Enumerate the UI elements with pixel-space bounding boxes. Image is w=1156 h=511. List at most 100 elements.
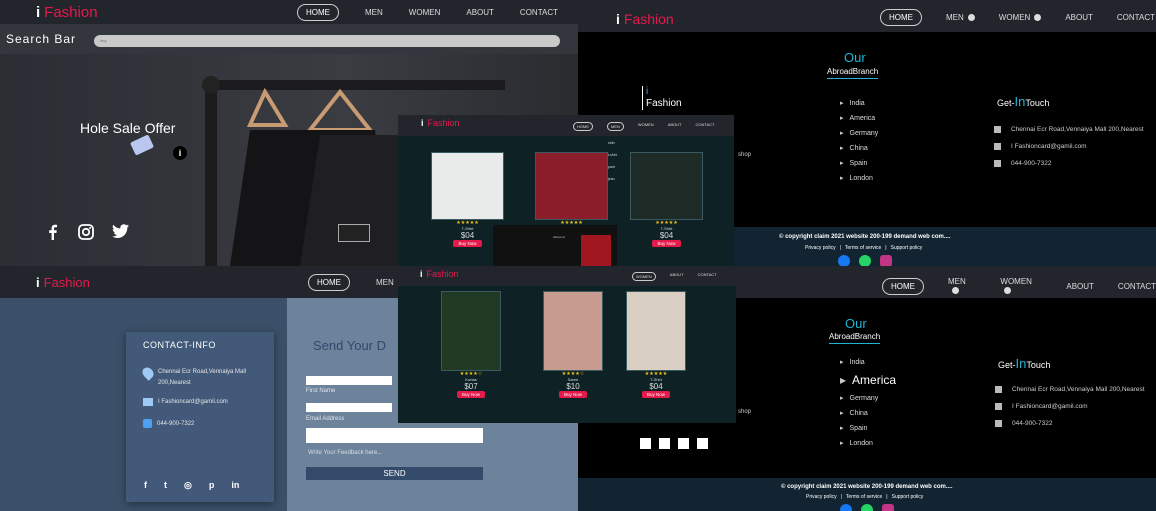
nav-about[interactable]: ABOUT	[466, 8, 494, 17]
nav-women[interactable]: WOMEN	[999, 13, 1042, 22]
facebook-icon[interactable]	[46, 224, 60, 240]
chevron-down-icon	[1004, 287, 1012, 295]
product-image[interactable]	[630, 152, 703, 220]
instagram-icon[interactable]	[659, 438, 670, 449]
nav-men[interactable]: MEN	[946, 13, 975, 22]
nav-home[interactable]: HOME	[308, 274, 350, 291]
hero-social-icons	[46, 224, 129, 240]
twitter-icon[interactable]	[112, 224, 129, 238]
info-badge[interactable]: i	[173, 146, 187, 160]
google-plus-icon[interactable]	[697, 438, 708, 449]
facebook-icon[interactable]	[840, 504, 852, 511]
first-name-input[interactable]	[306, 376, 392, 385]
nav-about[interactable]: ABOUT	[670, 272, 684, 281]
pinterest-icon[interactable]: p	[209, 480, 215, 491]
privacy-link[interactable]: Privacy policy	[805, 245, 836, 251]
instagram-icon[interactable]: ◎	[184, 480, 192, 491]
touch-word: Touch	[1026, 360, 1051, 370]
brand-logo[interactable]: i Fashion	[616, 11, 674, 27]
country-item[interactable]: Spain	[840, 159, 878, 167]
nav-women[interactable]: WOMEN	[632, 272, 656, 281]
country-item[interactable]: London	[840, 439, 896, 447]
country-item[interactable]: India	[840, 358, 896, 366]
product-image[interactable]	[543, 291, 603, 371]
instagram-icon[interactable]	[882, 504, 894, 511]
support-link[interactable]: Support policy	[891, 245, 923, 251]
brand-logo[interactable]: i Fashion	[420, 269, 459, 279]
feedback-placeholder[interactable]: Write Your Feedback here...	[308, 450, 382, 456]
facebook-icon[interactable]	[640, 438, 651, 449]
in-word: In	[1014, 94, 1026, 109]
nav-women[interactable]: WOMEN	[1000, 277, 1042, 295]
product-card[interactable]: ★★★★☆ Saree $10 Buy Now	[543, 291, 603, 398]
buy-now-button[interactable]: Buy Now	[558, 391, 587, 398]
nav-contact[interactable]: CONTACT	[695, 122, 714, 131]
nav-home[interactable]: HOME	[882, 277, 924, 295]
nav-about[interactable]: ABOUT	[668, 122, 682, 131]
buy-now-button[interactable]: Buy Now	[453, 240, 482, 247]
whatsapp-icon[interactable]	[861, 504, 873, 511]
support-link[interactable]: Support policy	[892, 494, 924, 500]
country-item[interactable]: London	[840, 174, 878, 182]
feedback-box[interactable]	[306, 428, 483, 443]
nav-home[interactable]: HOME	[573, 122, 593, 131]
instagram-icon[interactable]	[880, 255, 892, 266]
get-in-touch-heading: Get-InTouch	[997, 94, 1049, 109]
product-card[interactable]: ★★★★★T-Shirt$04Buy Now	[626, 291, 686, 398]
buy-now-button[interactable]: Buy Now	[641, 391, 670, 398]
nav-contact[interactable]: CONTACT	[1117, 13, 1155, 22]
nav-contact[interactable]: CONTACT	[1118, 282, 1156, 291]
instagram-icon[interactable]	[78, 224, 94, 240]
women-navbar: i Fashion WOMEN ABOUT CONTACT	[398, 266, 736, 286]
twitter-icon[interactable]	[678, 438, 689, 449]
separator: |	[839, 245, 841, 251]
nav-links: HOME MEN WOMEN ABOUT CONTACT	[297, 3, 558, 21]
linkedin-icon[interactable]: in	[231, 480, 239, 491]
nav-about[interactable]: ABOUT	[1065, 13, 1093, 22]
buy-now-button[interactable]: Buy Now	[456, 391, 485, 398]
nav-contact[interactable]: CONTACT	[520, 8, 558, 17]
facebook-icon[interactable]	[838, 255, 850, 266]
product-image[interactable]	[441, 291, 501, 371]
country-item[interactable]: China	[840, 409, 896, 417]
product-card[interactable]: ★★★★★T-Shirt$04Buy Now	[630, 152, 703, 247]
product-image[interactable]	[431, 152, 504, 220]
nav-men[interactable]: MEN	[365, 8, 383, 17]
country-item[interactable]: America	[840, 114, 878, 122]
brand-logo[interactable]: i Fashion	[36, 275, 90, 290]
buy-now-button[interactable]: Buy Now	[652, 240, 681, 247]
nav-about[interactable]: ABOUT	[1066, 282, 1094, 291]
privacy-link[interactable]: Privacy policy	[806, 494, 837, 500]
product-image[interactable]	[626, 291, 686, 371]
product-image[interactable]	[535, 152, 608, 220]
whatsapp-icon[interactable]	[859, 255, 871, 266]
brand-logo[interactable]: i Fashion	[36, 4, 98, 21]
search-input[interactable]: img	[94, 35, 560, 47]
logo-name: Fashion	[623, 11, 674, 27]
facebook-icon[interactable]: f	[144, 480, 147, 491]
country-item[interactable]: Spain	[840, 424, 896, 432]
footer-navbar: i Fashion HOME MEN WOMEN ABOUT CONTACT	[578, 0, 1156, 32]
email-input[interactable]	[306, 403, 392, 412]
send-button[interactable]: SEND	[306, 467, 483, 480]
about-preview: About us	[493, 225, 617, 267]
nav-contact[interactable]: CONTACT	[698, 272, 717, 281]
country-item-hovered[interactable]: America	[840, 373, 896, 387]
menu-item[interactable]: shirt	[608, 137, 634, 149]
country-item[interactable]: Germany	[840, 129, 879, 137]
terms-link[interactable]: Terms of service	[846, 494, 882, 500]
nav-home[interactable]: HOME	[297, 3, 340, 21]
nav-home[interactable]: HOME	[880, 9, 922, 26]
brand-logo[interactable]: i Fashion	[421, 118, 460, 128]
nav-women[interactable]: WOMEN	[638, 122, 654, 131]
terms-link[interactable]: Terms of service	[845, 245, 881, 251]
country-item[interactable]: Germany	[840, 394, 896, 402]
twitter-icon[interactable]: t	[164, 480, 167, 491]
nav-women[interactable]: WOMEN	[409, 8, 441, 17]
country-item[interactable]: India	[840, 99, 878, 107]
nav-men[interactable]: MEN	[376, 278, 394, 287]
product-card[interactable]: ★★★★☆ Kurtas $07 Buy Now	[441, 291, 501, 398]
country-item[interactable]: China	[840, 144, 878, 152]
nav-men[interactable]: MEN	[607, 122, 624, 131]
nav-men[interactable]: MEN	[948, 277, 976, 295]
